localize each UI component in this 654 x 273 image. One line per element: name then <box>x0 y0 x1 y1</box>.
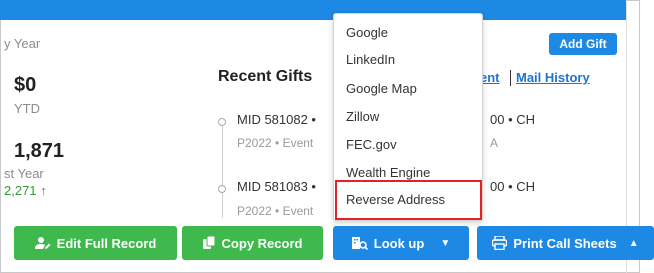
look-up-label: Look up <box>373 235 425 251</box>
print-call-sheets-button[interactable]: Print Call Sheets ▲ <box>477 226 654 260</box>
last-year-change: 2,271 ↑ <box>4 183 47 198</box>
gift-timeline <box>222 118 223 218</box>
menu-item-google[interactable]: Google <box>346 25 388 40</box>
gift-amount: 00 • CH <box>490 112 536 127</box>
chevron-down-icon: ▼ <box>440 237 451 249</box>
mail-history-link[interactable]: Mail History <box>516 70 590 85</box>
menu-item-zillow[interactable]: Zillow <box>346 109 379 124</box>
copy-record-label: Copy Record <box>221 235 303 251</box>
user-edit-icon <box>34 237 51 249</box>
print-call-sheets-label: Print Call Sheets <box>513 235 617 251</box>
edit-full-record-button[interactable]: Edit Full Record <box>14 226 177 260</box>
ytd-amount: $0 <box>14 74 37 96</box>
gift-campaign: P2022 • Event <box>237 204 314 218</box>
building-search-icon <box>351 237 368 250</box>
recent-gifts-title: Recent Gifts <box>218 68 313 85</box>
look-up-button[interactable]: Look up ▼ <box>333 226 469 260</box>
timeline-dot <box>218 118 226 126</box>
last-year-label: st Year <box>4 166 44 181</box>
last-year-amount: 1,871 <box>14 140 65 162</box>
chevron-up-icon: ▲ <box>628 237 639 249</box>
gift-sub-detail: A <box>490 136 499 150</box>
ytd-label: YTD <box>14 101 40 116</box>
link-separator <box>510 70 511 86</box>
fiscal-year-label: y Year <box>4 36 41 51</box>
panel-header-bar <box>0 0 626 20</box>
printer-icon <box>492 236 508 250</box>
timeline-dot <box>218 185 226 193</box>
gift-campaign: P2022 • Event <box>237 136 314 150</box>
gift-amount: 00 • CH <box>490 179 536 194</box>
menu-item-wealth-engine[interactable]: Wealth Engine <box>346 165 430 180</box>
copy-record-button[interactable]: Copy Record <box>182 226 323 260</box>
gift-id[interactable]: MID 581082 • <box>237 112 316 127</box>
add-gift-button[interactable]: Add Gift <box>549 33 617 55</box>
menu-item-google-map[interactable]: Google Map <box>346 81 417 96</box>
gift-id[interactable]: MID 581083 • <box>237 179 316 194</box>
copy-icon <box>202 236 216 249</box>
reverse-address-highlight <box>335 180 482 220</box>
menu-item-fec-gov[interactable]: FEC.gov <box>346 137 397 152</box>
edit-full-record-label: Edit Full Record <box>56 235 157 251</box>
menu-item-linkedin[interactable]: LinkedIn <box>346 52 395 67</box>
